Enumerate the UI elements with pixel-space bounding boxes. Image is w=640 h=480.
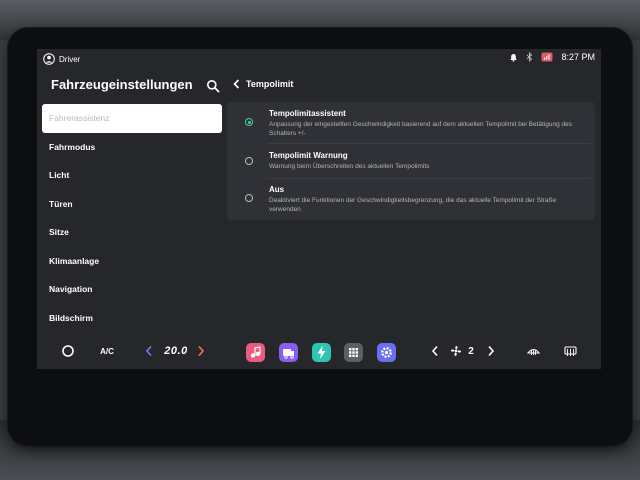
option-text: Tempolimit Warnung Warnung beim Überschr… — [269, 151, 585, 171]
radio-button-selected[interactable] — [245, 118, 253, 126]
sidebar-item-licht[interactable]: Licht — [42, 161, 222, 190]
climate-bar: A/C 20.0 2 — [37, 334, 601, 370]
sidebar-item-sitze[interactable]: Sitze — [42, 218, 222, 247]
vehicle-icon — [279, 343, 298, 362]
user-name: Driver — [59, 54, 81, 64]
fan-down-button[interactable] — [431, 345, 439, 357]
bell-icon — [510, 53, 518, 62]
app-grid[interactable] — [344, 343, 363, 362]
fan-level: 2 — [468, 345, 474, 357]
sidebar-item-label: Klimaanlage — [49, 255, 100, 266]
sidebar-item-klimaanlage[interactable]: Klimaanlage — [42, 247, 222, 276]
chevron-left-icon — [233, 79, 240, 89]
option-tempolimitassistent[interactable]: Tempolimitassistent Anpassung der einges… — [227, 102, 595, 143]
signal-icon — [541, 52, 553, 62]
fan-up-button[interactable] — [487, 345, 495, 357]
clock: 8:27 PM — [561, 52, 595, 62]
sidebar-item-fahrmodus[interactable]: Fahrmodus — [42, 133, 222, 162]
page-title: Fahrzeugeinstellungen — [51, 77, 193, 92]
sidebar-item-label: Fahrerassistenz — [49, 113, 110, 124]
temp-up-button[interactable] — [197, 345, 205, 357]
sidebar-item-tueren[interactable]: Türen — [42, 190, 222, 219]
temp-down-button[interactable] — [145, 345, 153, 357]
sidebar-item-label: Sitze — [49, 227, 69, 238]
front-defrost-icon[interactable] — [527, 345, 540, 357]
sidebar-item-label: Bildschirm — [49, 312, 93, 323]
option-text: Tempolimitassistent Anpassung der einges… — [269, 109, 585, 138]
status-icons: 8:27 PM — [509, 52, 595, 62]
sidebar-item-label: Türen — [49, 198, 73, 209]
option-tempolimit-warnung[interactable]: Tempolimit Warnung Warnung beim Überschr… — [227, 144, 595, 178]
app-settings[interactable] — [377, 343, 396, 362]
settings-icon — [377, 343, 396, 362]
app-charging[interactable] — [312, 343, 331, 362]
option-description: Warnung beim Überschreiten des aktuellen… — [269, 163, 430, 170]
ac-button[interactable]: A/C — [97, 343, 117, 359]
app-music[interactable] — [246, 343, 265, 362]
sidebar-item-label: Licht — [49, 170, 70, 181]
option-title: Tempolimitassistent — [269, 109, 346, 118]
radio-button[interactable] — [245, 157, 253, 165]
fan-icon — [451, 346, 461, 356]
temperature-value: 20.0 — [164, 345, 188, 357]
back-button[interactable]: Tempolimit — [233, 79, 293, 89]
charging-icon — [312, 343, 331, 362]
option-description: Anpassung der eingestellten Geschwindigk… — [269, 121, 573, 137]
infotainment-screen: Driver 8:27 PM Fahrzeugeinstellungen Fah… — [37, 49, 601, 369]
app-vehicle[interactable] — [279, 343, 298, 362]
radio-button[interactable] — [245, 194, 253, 202]
sidebar-item-label: Fahrmodus — [49, 141, 96, 152]
search-icon[interactable] — [206, 79, 220, 93]
sidebar-item-fahrerassistenz[interactable]: Fahrerassistenz — [42, 104, 222, 133]
status-bar: Driver 8:27 PM — [37, 49, 601, 71]
home-button[interactable] — [61, 344, 75, 358]
user-profile[interactable]: Driver — [43, 53, 80, 65]
option-aus[interactable]: Aus Deaktiviert die Funktionen der Gesch… — [227, 179, 595, 220]
section-title: Tempolimit — [246, 79, 294, 89]
person-icon — [43, 53, 55, 65]
sidebar-item-navigation[interactable]: Navigation — [42, 275, 222, 304]
sidebar-item-label: Navigation — [49, 284, 93, 295]
rear-defrost-icon[interactable] — [564, 345, 577, 357]
music-icon — [246, 343, 265, 362]
tempolimit-options: Tempolimitassistent Anpassung der einges… — [227, 102, 595, 220]
grid-icon — [344, 343, 363, 362]
settings-sidebar: Fahrerassistenz Fahrmodus Licht Türen Si… — [42, 104, 222, 332]
option-title: Aus — [269, 185, 285, 194]
option-text: Aus Deaktiviert die Funktionen der Gesch… — [269, 185, 585, 214]
option-description: Deaktiviert die Funktionen der Geschwind… — [269, 197, 557, 213]
bluetooth-icon — [527, 52, 533, 62]
option-title: Tempolimit Warnung — [269, 151, 348, 160]
sidebar-item-bildschirm[interactable]: Bildschirm — [42, 304, 222, 333]
